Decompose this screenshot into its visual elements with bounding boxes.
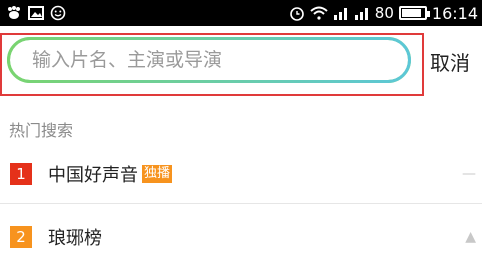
battery-level-text: 80: [374, 4, 394, 22]
signal-icon-2: [354, 6, 370, 20]
battery-icon: [398, 6, 430, 20]
status-left-icons: [6, 5, 66, 21]
search-input[interactable]: [32, 49, 408, 71]
image-icon: [28, 6, 44, 20]
hot-search-title-1: 中国好声音: [48, 165, 138, 186]
status-right-icons: 80 16:14: [289, 4, 478, 23]
paw-icon: [6, 6, 22, 20]
hot-search-title-2: 琅琊榜: [48, 228, 102, 249]
trend-flat-icon: —: [462, 166, 476, 182]
status-bar: 80 16:14: [0, 0, 482, 26]
rank-badge-2: 2: [10, 226, 32, 248]
hot-search-title: 热门搜索: [9, 121, 74, 140]
signal-icon: [333, 6, 349, 20]
trend-up-icon: ▲: [465, 229, 476, 245]
rank-badge-1: 1: [10, 163, 32, 185]
list-divider: [0, 203, 482, 204]
hot-search-item-2[interactable]: 2 琅琊榜 ▲: [0, 209, 482, 256]
exclusive-badge: 独播: [142, 165, 173, 183]
smiley-icon: [50, 5, 66, 21]
search-field[interactable]: [7, 37, 411, 83]
cancel-button[interactable]: 取消: [430, 47, 470, 76]
status-time: 16:14: [431, 3, 478, 23]
wifi-icon: [310, 6, 328, 20]
alarm-icon: [289, 5, 305, 21]
hot-search-item-1[interactable]: 1 中国好声音 独播 —: [0, 146, 482, 202]
